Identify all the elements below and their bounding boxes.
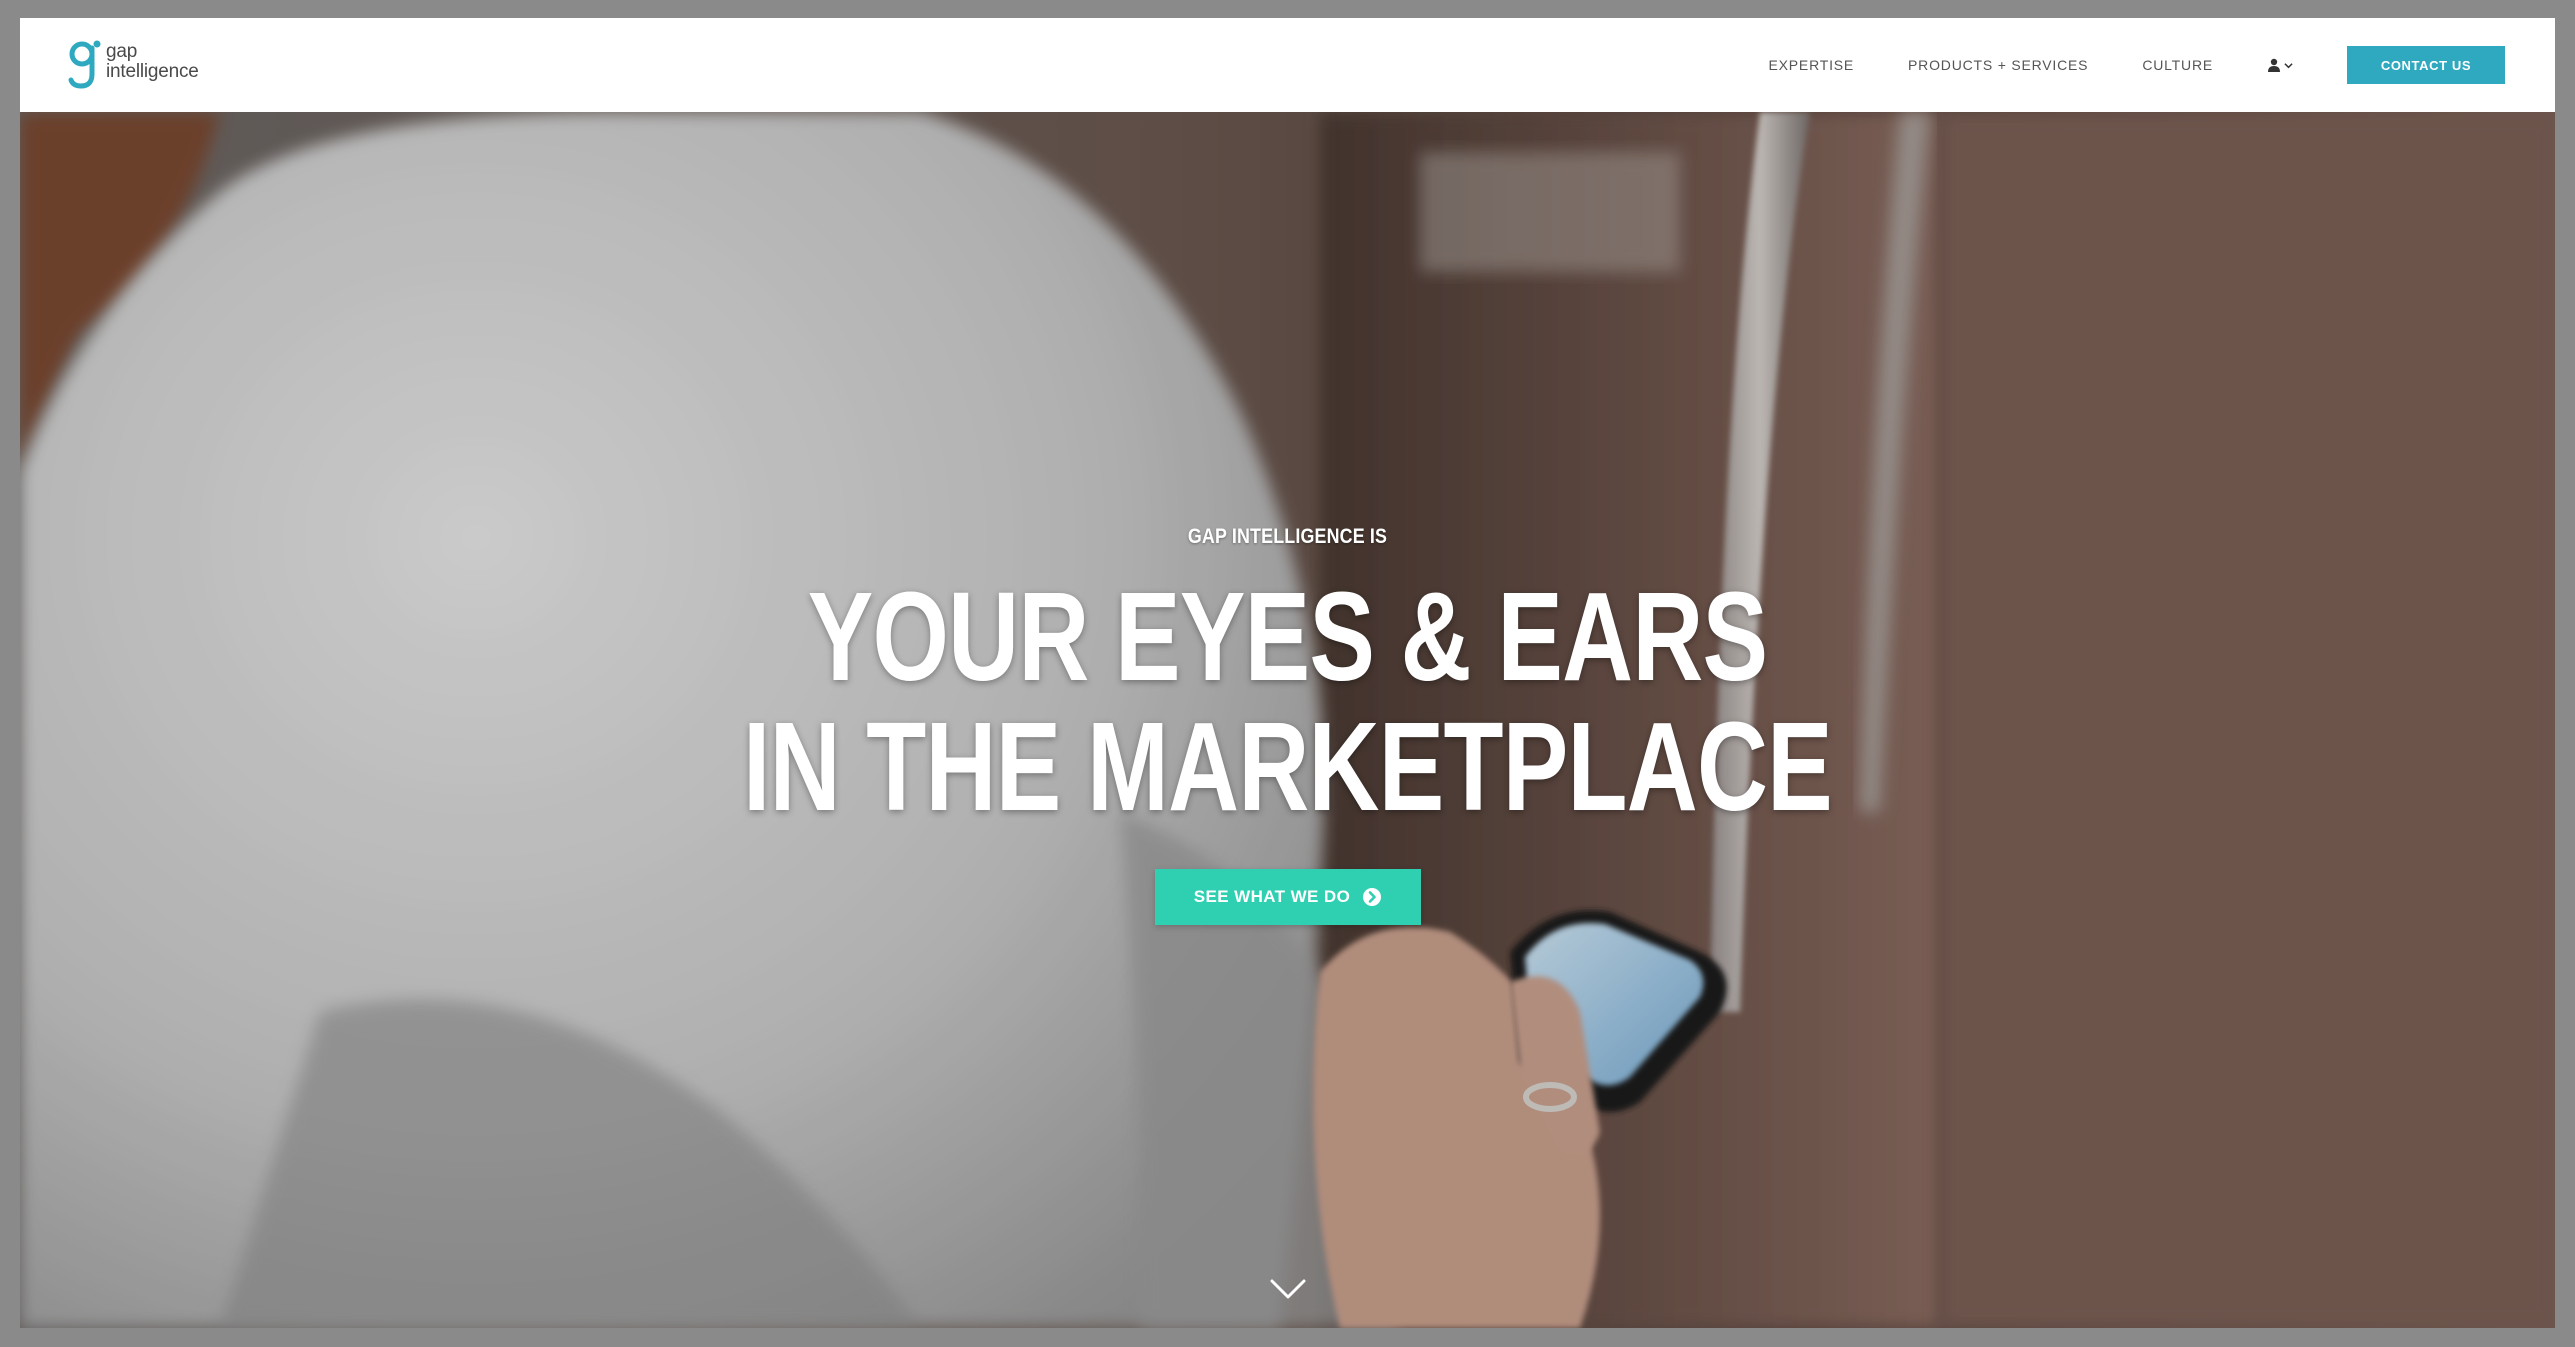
hero-section: GAP INTELLIGENCE IS YOUR EYES & EARS IN … xyxy=(20,112,2555,1328)
user-menu-toggle[interactable] xyxy=(2267,58,2293,72)
brand-logo[interactable]: gap intelligence xyxy=(68,40,199,92)
logo-wordmark: gap intelligence xyxy=(106,42,199,82)
nav-expertise[interactable]: EXPERTISE xyxy=(1769,57,1855,73)
nav-culture[interactable]: CULTURE xyxy=(2142,57,2213,73)
hero-headline-line-1: YOUR EYES & EARS xyxy=(807,566,1768,707)
browser-viewport: gap intelligence EXPERTISE PRODUCTS + SE… xyxy=(20,18,2555,1328)
hero-content: GAP INTELLIGENCE IS YOUR EYES & EARS IN … xyxy=(20,112,2555,1328)
site-header: gap intelligence EXPERTISE PRODUCTS + SE… xyxy=(20,18,2555,112)
main-nav: EXPERTISE PRODUCTS + SERVICES CULTURE CO… xyxy=(1769,18,2555,112)
user-icon xyxy=(2268,58,2280,72)
arrow-circle-right-icon xyxy=(1363,888,1382,906)
nav-products-services[interactable]: PRODUCTS + SERVICES xyxy=(1908,57,2088,73)
logo-g-icon xyxy=(68,40,101,89)
hero-headline-line-2: IN THE MARKETPLACE xyxy=(743,696,1833,837)
hero-headline: YOUR EYES & EARS IN THE MARKETPLACE xyxy=(299,572,2276,832)
chevron-down-icon xyxy=(2284,62,2293,68)
cta-label: SEE WHAT WE DO xyxy=(1193,887,1351,906)
logo-line-1: gap xyxy=(106,41,138,62)
chevron-down-icon[interactable] xyxy=(1270,1277,1306,1301)
logo-line-2: intelligence xyxy=(106,61,199,82)
hero-eyebrow: GAP INTELLIGENCE IS xyxy=(1187,525,1388,548)
contact-us-button[interactable]: CONTACT US xyxy=(2347,46,2505,84)
see-what-we-do-button[interactable]: SEE WHAT WE DO xyxy=(1155,869,1421,925)
